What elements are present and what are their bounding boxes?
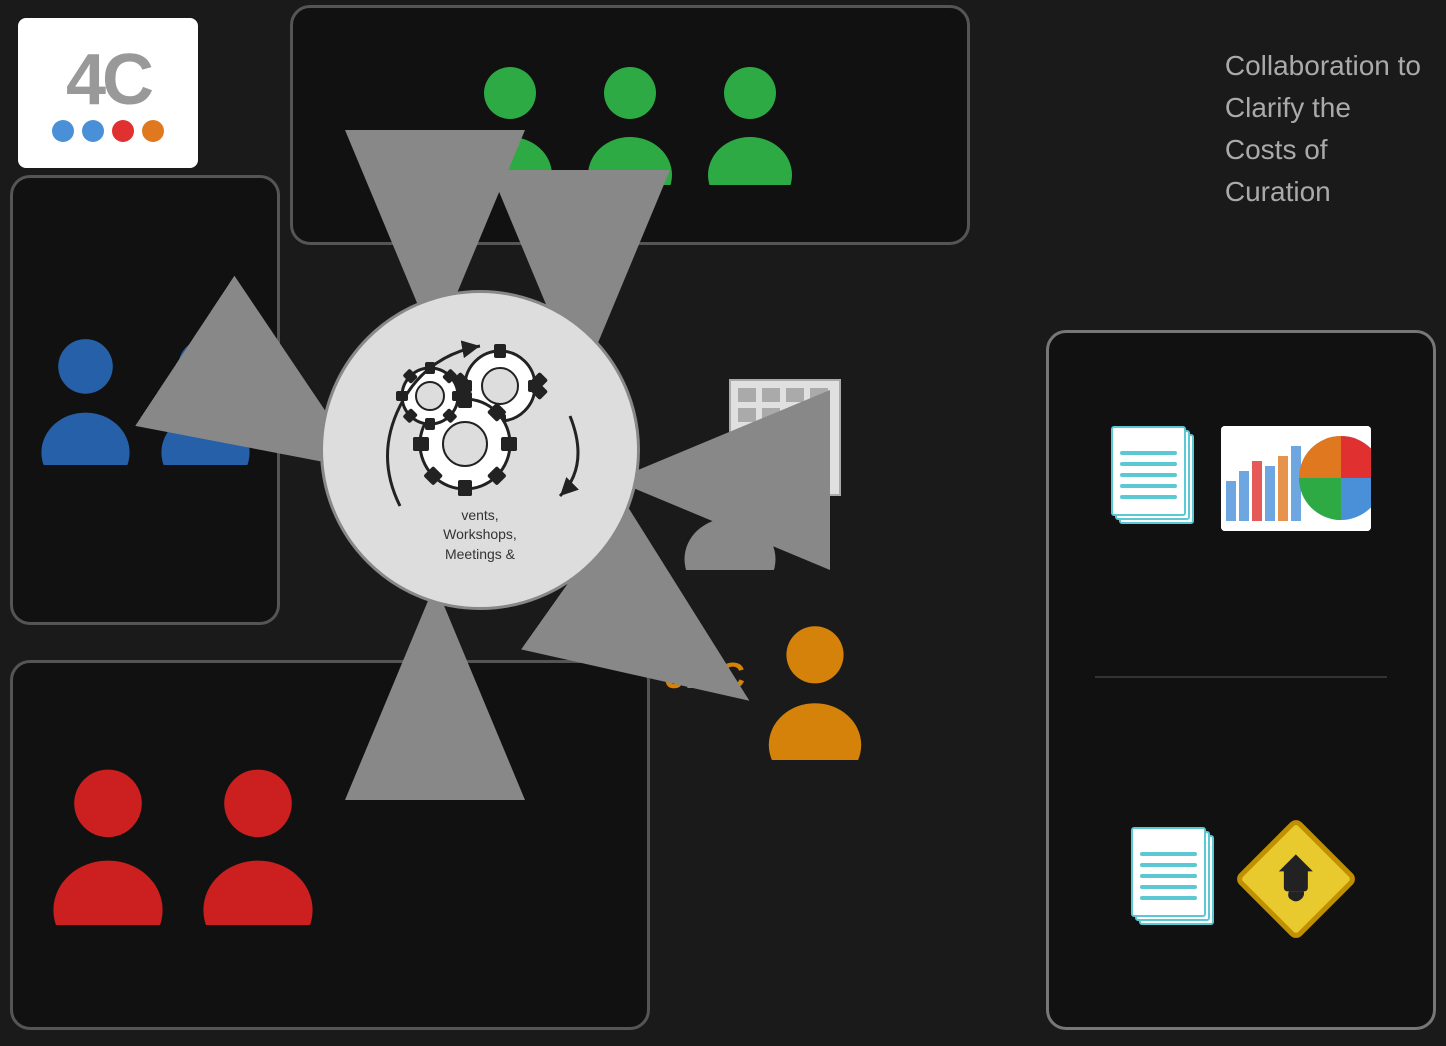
top-center-box <box>290 5 970 245</box>
blue-person-1 <box>33 335 138 465</box>
green-person-3 <box>700 65 800 185</box>
road-sign <box>1241 824 1351 934</box>
logo-box: 4C <box>18 18 198 168</box>
logo-dots <box>52 120 164 142</box>
title-line2: Clarify the <box>1225 87 1421 129</box>
green-person-1 <box>460 65 560 185</box>
chart-image <box>1221 426 1371 531</box>
title-line4: Curation <box>1225 171 1421 213</box>
red-person-1 <box>43 765 173 925</box>
gray-person-institution <box>675 440 785 570</box>
bottom-left-box <box>10 660 650 1030</box>
circle-center-text: vents, Workshops, Meetings & <box>443 506 517 565</box>
bar-chart-svg <box>1221 426 1371 531</box>
logo-dot-orange <box>142 120 164 142</box>
doc-stack-bottom <box>1131 827 1221 932</box>
title-text: Collaboration to Clarify the Costs of Cu… <box>1225 45 1421 213</box>
logo-dot-blue2 <box>82 120 104 142</box>
output-row-bottom <box>1131 824 1351 934</box>
separator-1 <box>1095 676 1387 678</box>
doc-stack-top <box>1111 426 1201 531</box>
output-row-top <box>1111 426 1371 531</box>
logo-dot-blue1 <box>52 120 74 142</box>
orange-person-area <box>760 620 870 765</box>
right-outputs-box <box>1046 330 1436 1030</box>
logo-dot-red <box>112 120 134 142</box>
gears-svg <box>370 336 590 511</box>
green-person-2 <box>580 65 680 185</box>
title-line1: Collaboration to <box>1225 45 1421 87</box>
left-blue-box <box>10 175 280 625</box>
road-sign-arrow-svg <box>1269 849 1324 904</box>
orange-person-svg <box>760 620 870 760</box>
gears-svg-container <box>370 336 590 516</box>
jisc-label: JISC <box>665 655 745 697</box>
title-line3: Costs of <box>1225 129 1421 171</box>
red-person-2 <box>193 765 323 925</box>
logo-4c-text: 4C <box>66 44 150 116</box>
center-circle: vents, Workshops, Meetings & <box>320 290 640 610</box>
blue-person-2 <box>153 335 258 465</box>
